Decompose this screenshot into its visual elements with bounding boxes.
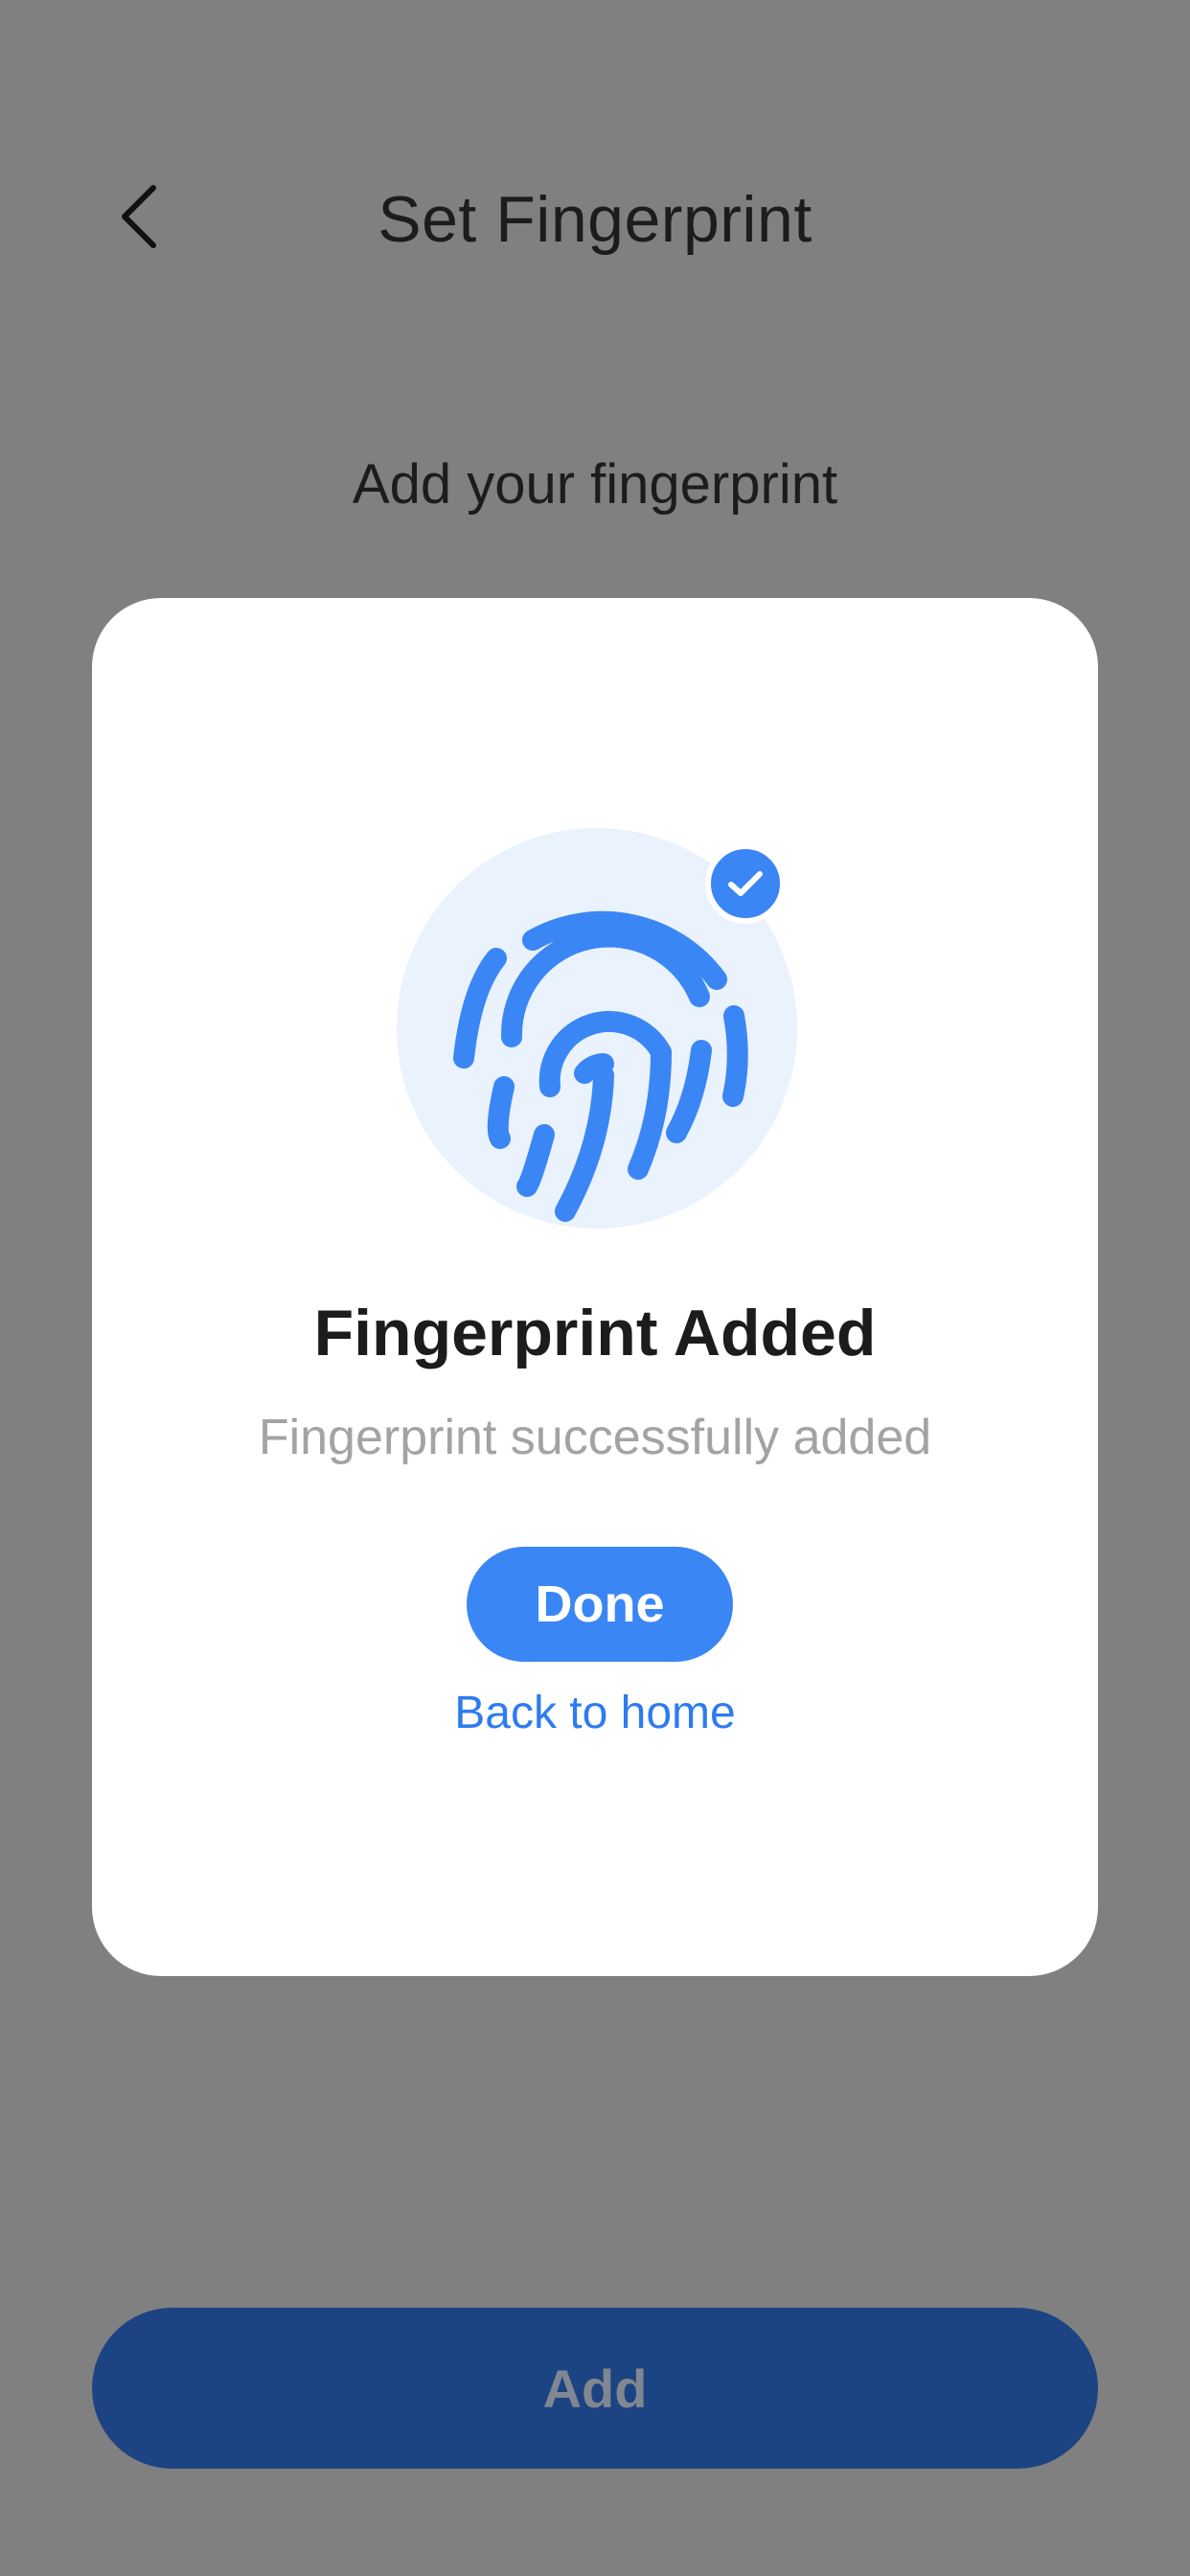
check-icon	[728, 871, 763, 896]
done-button[interactable]: Done	[467, 1547, 733, 1662]
back-to-home-link[interactable]: Back to home	[92, 1687, 1098, 1739]
modal-title: Fingerprint Added	[313, 1297, 877, 1369]
success-modal: Fingerprint Added Fingerprint successful…	[92, 598, 1098, 1976]
success-badge	[705, 843, 786, 924]
modal-subtitle: Fingerprint successfully added	[258, 1410, 932, 1465]
header: Set Fingerprint	[0, 144, 1190, 297]
page-title: Set Fingerprint	[378, 183, 812, 256]
instruction-text: Add your fingerprint	[352, 453, 838, 516]
add-button[interactable]: Add	[92, 2308, 1098, 2469]
